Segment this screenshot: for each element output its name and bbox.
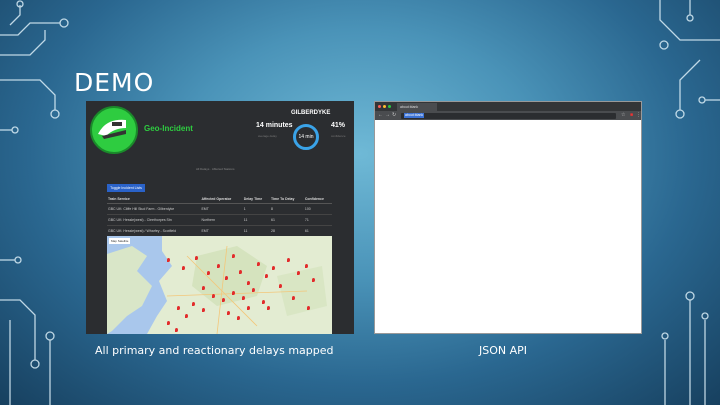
table-header-row: Train Service Affected Operator Delay Ti…: [107, 195, 332, 204]
map-pin-icon[interactable]: [272, 266, 275, 270]
map-pin-icon[interactable]: [232, 254, 235, 258]
app-brand: Geo-Incident: [144, 124, 193, 133]
map-pin-icon[interactable]: [227, 311, 230, 315]
table-cell: 8: [270, 203, 304, 215]
map-pin-icon[interactable]: [257, 262, 260, 266]
browser-toolbar: ← → ↻ about:blank ☆ ■ ⋮: [375, 111, 641, 120]
table-cell: 61: [303, 225, 332, 237]
column-header: Train Service: [107, 195, 201, 204]
maximize-window-icon[interactable]: [388, 105, 391, 108]
map-pin-icon[interactable]: [267, 306, 270, 310]
map-pin-icon[interactable]: [242, 296, 245, 300]
table-cell: EMT: [200, 203, 243, 215]
center-note: All Delays · Affected Stations: [196, 167, 235, 171]
map-pin-icon[interactable]: [305, 264, 308, 268]
table-cell: EMT: [200, 225, 243, 237]
map-type-option[interactable]: Satellite: [118, 239, 129, 243]
map-pin-icon[interactable]: [182, 266, 185, 270]
map-pin-icon[interactable]: [312, 278, 315, 282]
map-pin-icon[interactable]: [262, 300, 265, 304]
caption-left: All primary and reactionary delays mappe…: [95, 344, 334, 357]
reload-icon[interactable]: ↻: [392, 113, 396, 118]
back-icon[interactable]: ←: [378, 113, 383, 118]
table-cell: Northern: [200, 214, 243, 226]
map-pin-icon[interactable]: [225, 276, 228, 280]
map-pin-icon[interactable]: [202, 308, 205, 312]
table-row[interactable]: GBC UK: Cliffe Hill Stud Farm - Gilberdy…: [107, 203, 332, 215]
delay-gauge: 14 min: [293, 124, 319, 150]
column-header: Time To Delay: [270, 195, 304, 204]
map-pin-icon[interactable]: [232, 291, 235, 295]
map-pin-icon[interactable]: [239, 270, 242, 274]
table-cell: 71: [303, 214, 332, 226]
incident-table: Train Service Affected Operator Delay Ti…: [107, 195, 332, 237]
station-name: GILBERDYKE: [291, 110, 331, 116]
column-header: Delay Time: [242, 195, 270, 204]
map-pin-icon[interactable]: [247, 306, 250, 310]
minimize-window-icon[interactable]: [383, 105, 386, 108]
map-pin-icon[interactable]: [192, 302, 195, 306]
table-cell: 61: [270, 214, 304, 226]
table-cell: 1: [242, 203, 270, 215]
menu-icon[interactable]: ⋮: [636, 113, 641, 118]
table-cell: GBC UK: Hessle(west) - Cleethorpes Stn: [107, 214, 201, 226]
browser-tab-strip: about:blank: [375, 102, 641, 111]
delay-sub-label: average delay: [258, 134, 277, 138]
map-pin-icon[interactable]: [167, 321, 170, 325]
table-cell: 11: [242, 214, 270, 226]
table-cell: GBC UK: Cliffe Hill Stud Farm - Gilberdy…: [107, 203, 201, 215]
close-window-icon[interactable]: [378, 105, 381, 108]
dashboard-screenshot: Geo-Incident GILBERDYKE 14 minutes avera…: [86, 101, 354, 334]
map-type-option[interactable]: Map: [111, 239, 117, 243]
url-text: about:blank: [404, 113, 425, 118]
address-bar[interactable]: about:blank: [401, 112, 616, 119]
browser-tab[interactable]: about:blank: [397, 103, 437, 111]
table-row[interactable]: GBC UK: Hessle(west) - Cleethorpes Stn N…: [107, 214, 332, 226]
map-pin-icon[interactable]: [279, 284, 282, 288]
map-pin-icon[interactable]: [177, 306, 180, 310]
star-icon[interactable]: ☆: [621, 113, 625, 118]
confidence-value: 41%: [331, 122, 346, 129]
map-pin-icon[interactable]: [307, 306, 310, 310]
map-pin-icon[interactable]: [212, 294, 215, 298]
map-pin-icon[interactable]: [222, 298, 225, 302]
map-pin-icon[interactable]: [195, 256, 198, 260]
map-pin-icon[interactable]: [287, 258, 290, 262]
train-logo-icon: [90, 106, 138, 154]
map-pin-icon[interactable]: [247, 281, 250, 285]
column-header: Affected Operator: [200, 195, 243, 204]
map-pin-icon[interactable]: [265, 274, 268, 278]
map-pin-icon[interactable]: [207, 271, 210, 275]
map-pin-icon[interactable]: [175, 328, 178, 332]
map-pin-icon[interactable]: [217, 264, 220, 268]
map-land: [107, 236, 332, 334]
table-cell: 100: [303, 203, 332, 215]
map-pin-icon[interactable]: [167, 258, 170, 262]
map-pin-icon[interactable]: [237, 316, 240, 320]
map-pin-icon[interactable]: [202, 286, 205, 290]
caption-right: JSON API: [479, 344, 528, 357]
browser-screenshot: about:blank ← → ↻ about:blank ☆ ■ ⋮: [374, 101, 642, 334]
slide-title: DEMO: [74, 68, 155, 97]
toggle-incident-lists-button[interactable]: Toggle Incident Lists: [107, 184, 145, 192]
extension-icon[interactable]: ■: [630, 113, 633, 118]
table-cell: GBC UK: Hessle(west) / Wharfey - Scotfie…: [107, 225, 201, 237]
table-cell: 11: [242, 225, 270, 237]
map-pin-icon[interactable]: [252, 288, 255, 292]
incident-map[interactable]: Map Satellite: [107, 236, 332, 334]
table-cell: 28: [270, 225, 304, 237]
map-pin-icon[interactable]: [292, 296, 295, 300]
confidence-sub-label: confidence: [331, 134, 346, 138]
forward-icon[interactable]: →: [385, 113, 390, 118]
table-row[interactable]: GBC UK: Hessle(west) / Wharfey - Scotfie…: [107, 225, 332, 237]
map-pin-icon[interactable]: [185, 314, 188, 318]
map-type-toggle[interactable]: Map Satellite: [109, 238, 131, 244]
column-header: Confidence: [303, 195, 332, 204]
delay-value: 14 minutes: [256, 122, 293, 129]
map-pin-icon[interactable]: [297, 271, 300, 275]
